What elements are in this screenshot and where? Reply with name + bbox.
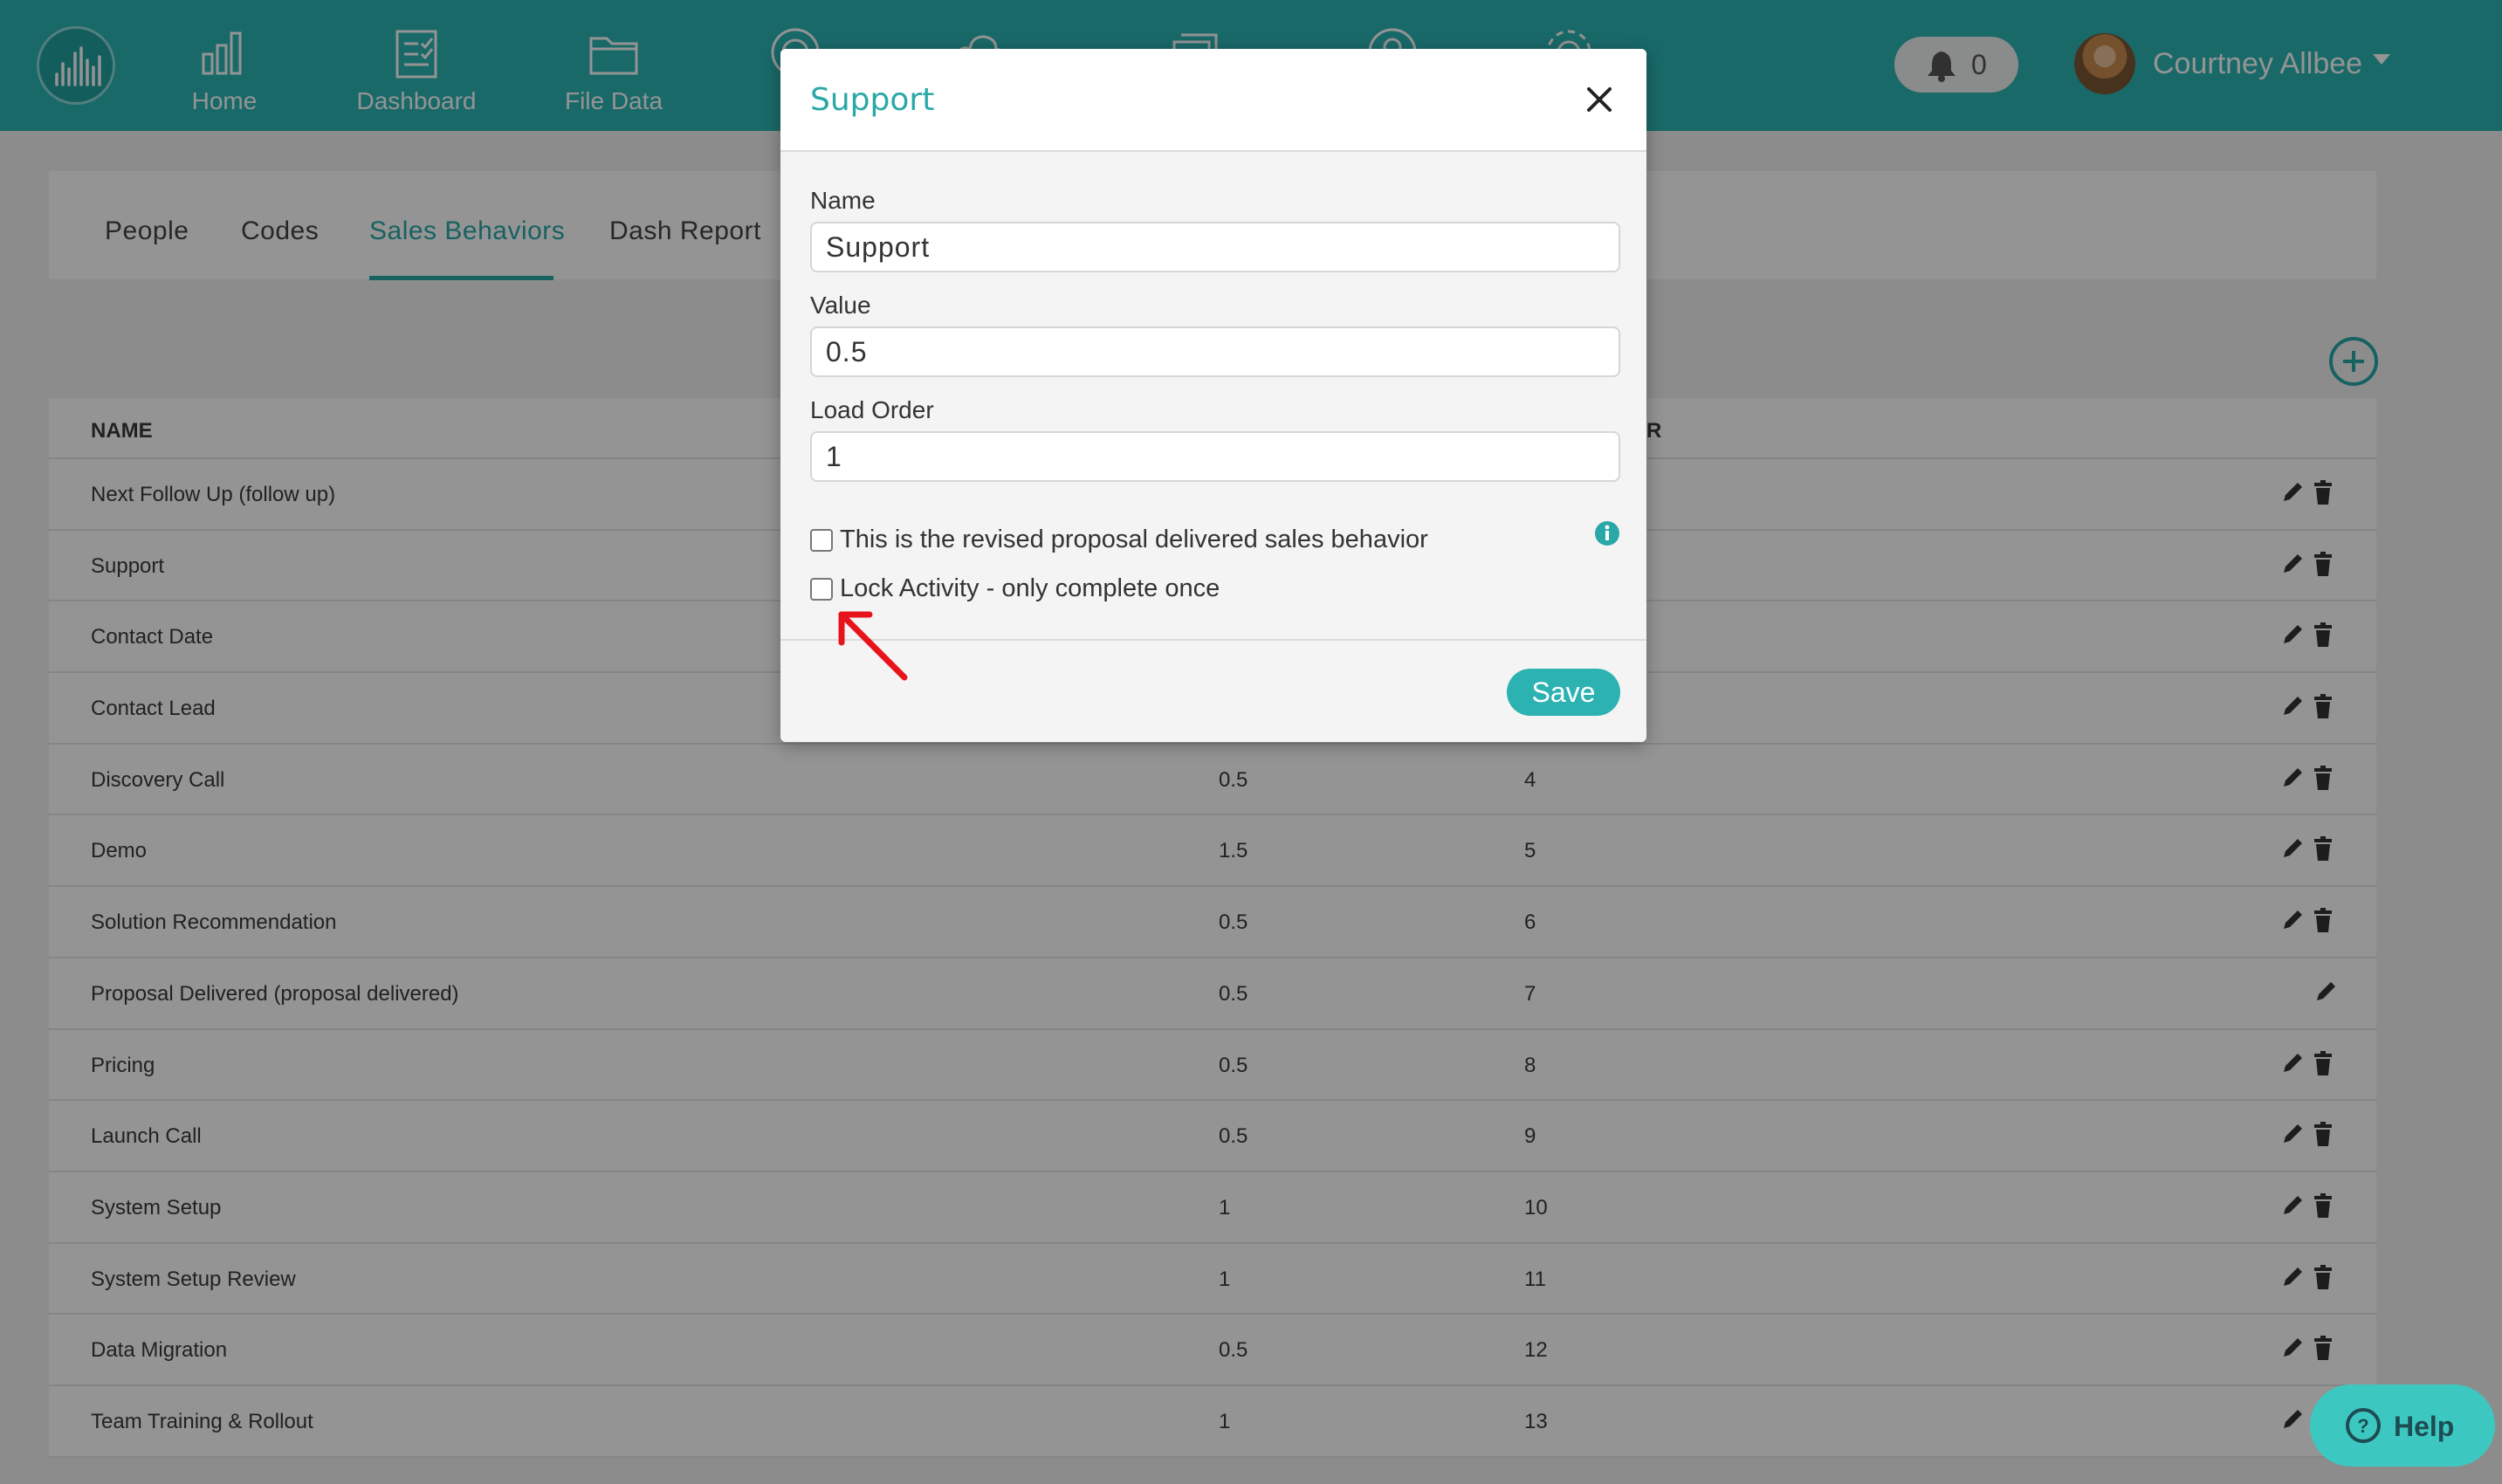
annotation-arrow-icon [838,611,908,681]
modal-title: Support [810,82,935,118]
info-icon[interactable] [1594,520,1620,546]
revised-proposal-label[interactable]: This is the revised proposal delivered s… [840,526,1428,554]
revised-proposal-checkbox[interactable] [810,529,833,552]
load-order-label: Load Order [810,396,934,423]
value-field[interactable] [810,326,1620,377]
modal-header: Support [780,49,1646,152]
question-circle-icon: ? [2346,1408,2381,1443]
value-label: Value [810,292,871,319]
name-field[interactable] [810,222,1620,272]
load-order-field[interactable] [810,431,1620,482]
name-label: Name [810,187,876,214]
svg-text:?: ? [2357,1415,2368,1437]
save-button[interactable]: Save [1507,669,1620,716]
help-label: Help [2394,1411,2455,1442]
close-icon[interactable] [1582,82,1617,117]
lock-activity-checkbox[interactable] [810,578,833,601]
help-button[interactable]: ? Help [2310,1384,2495,1467]
lock-activity-label[interactable]: Lock Activity - only complete once [840,574,1220,603]
